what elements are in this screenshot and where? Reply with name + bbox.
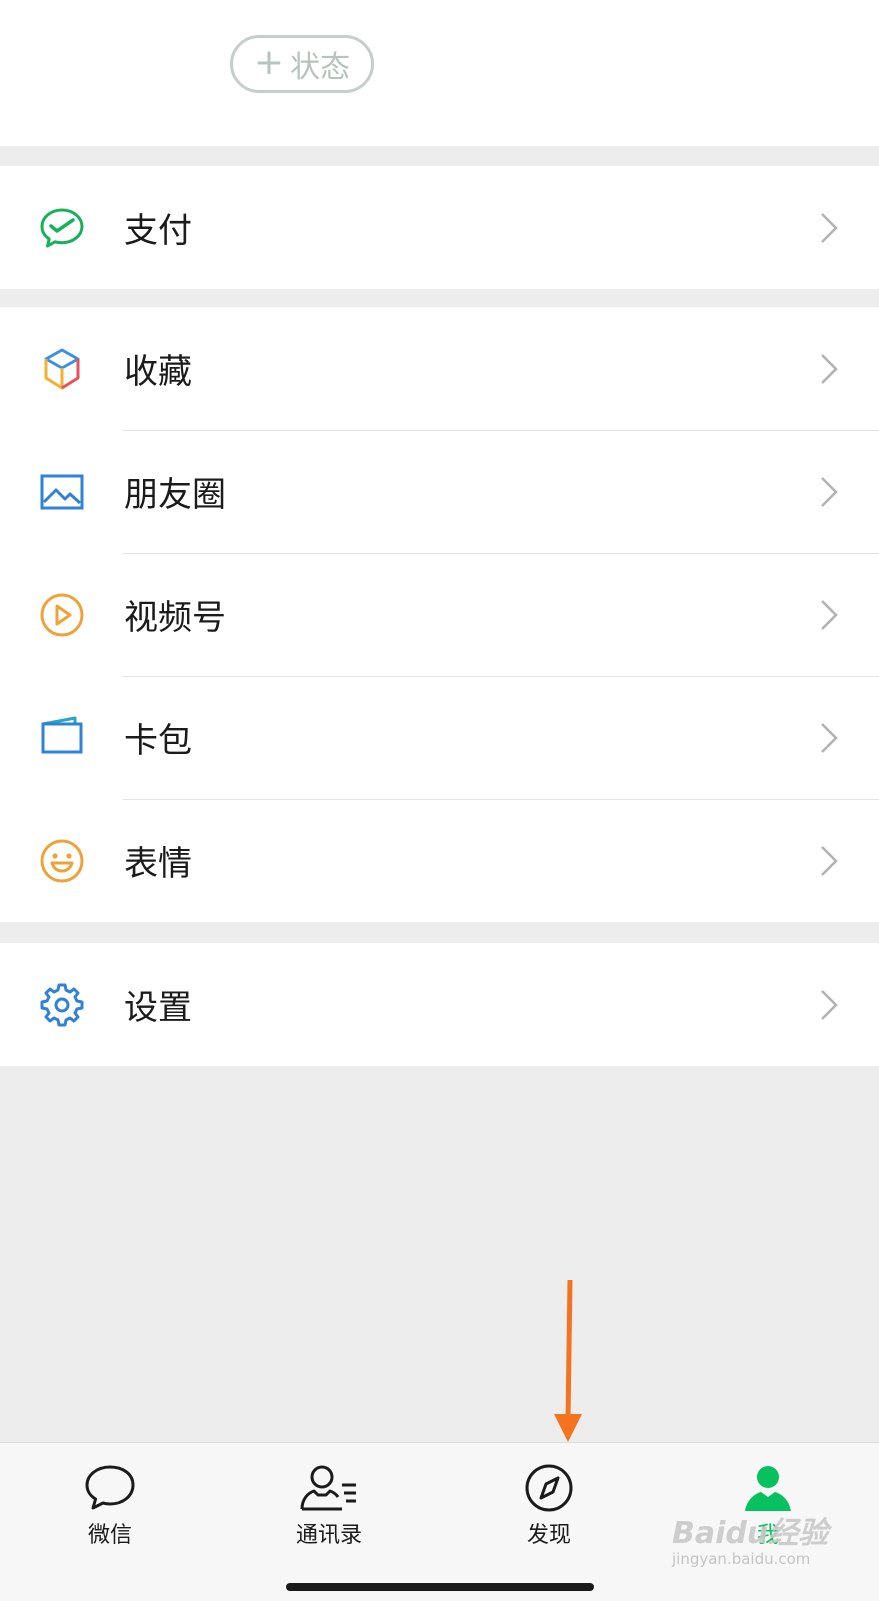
- watermark-logo: Baidu经验 jingyan.baidu.com: [672, 1516, 829, 1568]
- chevron-right-icon: [821, 722, 838, 753]
- menu-item-settings[interactable]: 设置: [0, 943, 879, 1066]
- plus-icon: +: [253, 42, 285, 83]
- add-status-button[interactable]: + 状态: [230, 35, 374, 93]
- chat-bubble-icon: [85, 1465, 135, 1510]
- favorites-cube-icon: [44, 348, 80, 389]
- menu-item-pay[interactable]: 支付: [0, 166, 879, 289]
- menu-item-label: 朋友圈: [124, 475, 226, 515]
- contacts-icon: [300, 1465, 356, 1511]
- settings-group: 设置: [0, 943, 879, 1066]
- tab-chats[interactable]: 微信: [50, 1463, 170, 1549]
- menu-item-label: 视频号: [124, 598, 226, 638]
- tab-label: 微信: [87, 1523, 132, 1548]
- chevron-right-icon: [821, 476, 838, 507]
- menu-item-label: 表情: [124, 844, 192, 884]
- menu-item-label: 支付: [124, 211, 192, 251]
- tab-contacts[interactable]: 通讯录: [269, 1463, 389, 1549]
- moments-image-icon: [40, 474, 84, 509]
- smiley-face-icon: [40, 839, 84, 882]
- profile-header: + 状态: [0, 0, 879, 146]
- tab-label: 通讯录: [295, 1523, 362, 1548]
- pay-icon: [40, 208, 84, 247]
- menu-item-channels[interactable]: 视频号: [0, 553, 879, 676]
- menu-item-cards[interactable]: 卡包: [0, 676, 879, 799]
- menu-item-label: 收藏: [124, 352, 192, 392]
- compass-icon: [525, 1464, 573, 1512]
- chevron-right-icon: [821, 599, 838, 630]
- main-menu-group: 收藏 朋友圈 视频号 卡包 表情: [0, 307, 879, 922]
- gear-icon: [40, 983, 84, 1026]
- chevron-right-icon: [821, 989, 838, 1020]
- tab-label: 发现: [526, 1523, 571, 1548]
- channels-play-icon: [40, 593, 84, 636]
- person-icon: [745, 1466, 791, 1511]
- menu-item-moments[interactable]: 朋友圈: [0, 430, 879, 553]
- pay-group: 支付: [0, 166, 879, 289]
- annotation-arrow-icon: [554, 1280, 582, 1442]
- menu-item-stickers[interactable]: 表情: [0, 799, 879, 922]
- chevron-right-icon: [821, 353, 838, 384]
- menu-item-favorites[interactable]: 收藏: [0, 307, 879, 430]
- chevron-right-icon: [821, 845, 838, 876]
- menu-item-label: 卡包: [124, 721, 192, 761]
- card-wallet-icon: [41, 716, 83, 753]
- home-indicator: [286, 1583, 594, 1591]
- tab-discover[interactable]: 发现: [489, 1463, 609, 1549]
- menu-item-label: 设置: [124, 988, 192, 1028]
- status-button-label: 状态: [290, 50, 351, 85]
- chevron-right-icon: [821, 212, 838, 243]
